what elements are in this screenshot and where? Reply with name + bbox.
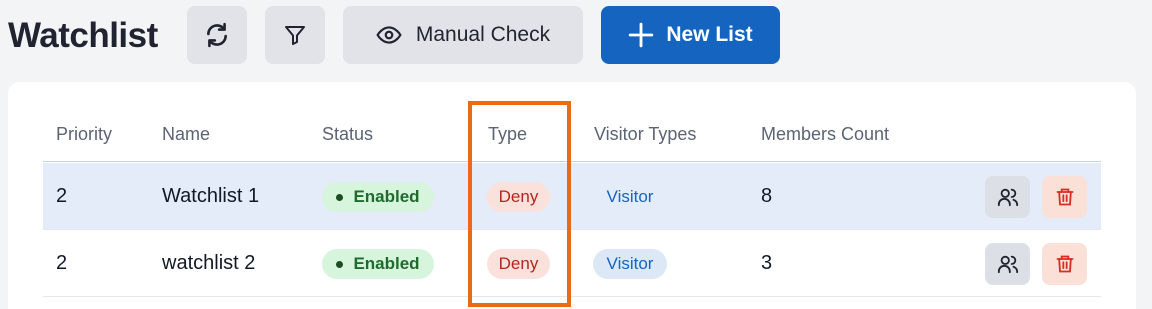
manual-check-button[interactable]: Manual Check [343,6,583,64]
page-header: Watchlist Manual Check New List [0,6,1152,64]
column-header-visitor-types[interactable]: Visitor Types [594,124,696,145]
priority-cell: 2 [56,252,68,274]
status-badge: Enabled [322,182,434,212]
refresh-icon [207,22,227,48]
priority-cell: 2 [56,185,68,207]
name-cell: watchlist 2 [162,252,256,274]
manual-check-label: Manual Check [415,23,551,46]
members-count-cell: 3 [761,252,773,274]
page-title: Watchlist [8,16,158,55]
status-label: Enabled [353,254,420,273]
visitor-type-badge: Visitor [606,187,654,206]
status-badge: Enabled [322,249,434,279]
status-dot-icon [336,260,344,268]
members-count-cell: 8 [761,185,773,207]
trash-icon [1056,188,1073,206]
trash-icon [1056,255,1073,273]
members-button[interactable] [985,243,1030,285]
filter-icon [285,26,305,45]
column-header-status[interactable]: Status [322,124,373,145]
visitor-type-badge: Visitor [593,249,667,279]
eye-icon [376,26,402,44]
column-header-members-count[interactable]: Members Count [761,124,889,145]
delete-button[interactable] [1042,243,1087,285]
members-button[interactable] [985,176,1030,218]
watchlist-table-card: Priority Name Status Type Visitor Types … [8,82,1136,309]
column-header-priority[interactable]: Priority [56,124,112,145]
new-list-label: New List [666,23,753,46]
status-dot-icon [336,193,344,201]
column-header-name[interactable]: Name [162,124,210,145]
table-row[interactable]: 2 watchlist 2 Enabled Deny Visitor 3 [43,230,1101,297]
delete-button[interactable] [1042,176,1087,218]
refresh-button[interactable] [187,6,247,64]
users-icon [997,255,1018,274]
table-row[interactable]: 2 Watchlist 1 Enabled Deny Visitor 8 [43,163,1101,230]
new-list-button[interactable]: New List [601,6,780,64]
plus-icon [629,22,654,48]
name-cell: Watchlist 1 [162,185,260,207]
users-icon [997,188,1018,207]
type-column-highlight-box [468,101,571,307]
table-header: Priority Name Status Type Visitor Types … [43,110,1101,162]
filter-button[interactable] [265,6,325,64]
status-label: Enabled [353,187,420,206]
